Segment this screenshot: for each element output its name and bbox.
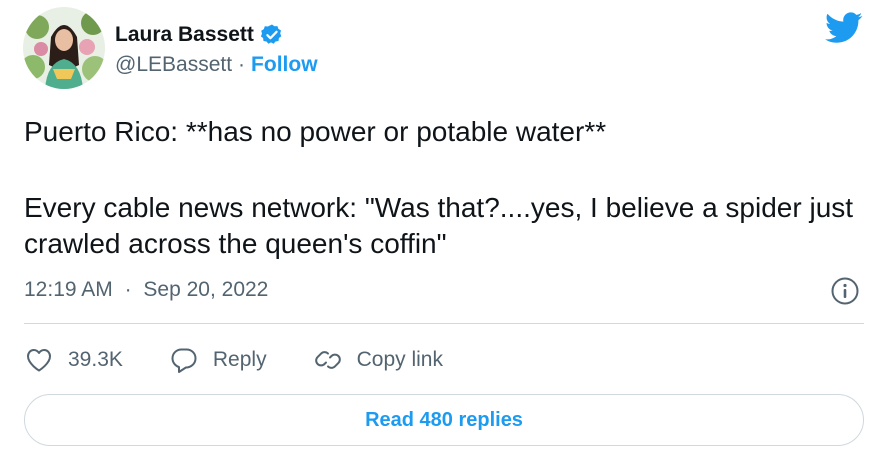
like-count: 39.3K [68,348,123,371]
author-handle[interactable]: @LEBassett [115,53,232,77]
avatar-image [23,7,105,89]
copy-link-label: Copy link [356,348,443,371]
author-name[interactable]: Laura Bassett [115,23,254,47]
reply-label: Reply [212,348,267,371]
verified-badge-icon [260,23,284,47]
tweet-date: Sep 20, 2022 [143,278,269,301]
like-button[interactable]: 39.3K [24,345,123,375]
author-handle-row: @LEBassett · Follow [115,53,318,77]
tweet-timestamp[interactable]: 12:19 AM · Sep 20, 2022 [24,278,268,302]
timestamp-separator: · [124,278,132,301]
avatar[interactable] [23,7,105,89]
tweet-actions: 39.3K Reply Copy link [24,342,489,378]
tweet-line-2: Every cable news network: "Was that?....… [24,192,854,259]
tweet-card: Laura Bassett @LEBassett · Follow Puerto… [0,0,883,465]
info-icon[interactable] [830,276,860,306]
tweet-text: Puerto Rico: **has no power or potable w… [24,114,864,262]
heart-icon [27,349,51,372]
author-name-row: Laura Bassett [115,22,284,48]
reply-bubble-icon [171,348,197,373]
handle-separator: · [238,53,246,76]
twitter-bird-icon[interactable] [825,12,863,44]
tweet-line-1: Puerto Rico: **has no power or potable w… [24,116,607,147]
reply-button[interactable]: Reply [169,345,267,375]
follow-button[interactable]: Follow [251,53,318,77]
read-replies-button[interactable]: Read 480 replies [24,394,864,446]
copy-link-button[interactable]: Copy link [313,345,443,375]
divider [24,323,864,324]
tweet-time: 12:19 AM [24,278,113,301]
link-icon [314,351,341,369]
